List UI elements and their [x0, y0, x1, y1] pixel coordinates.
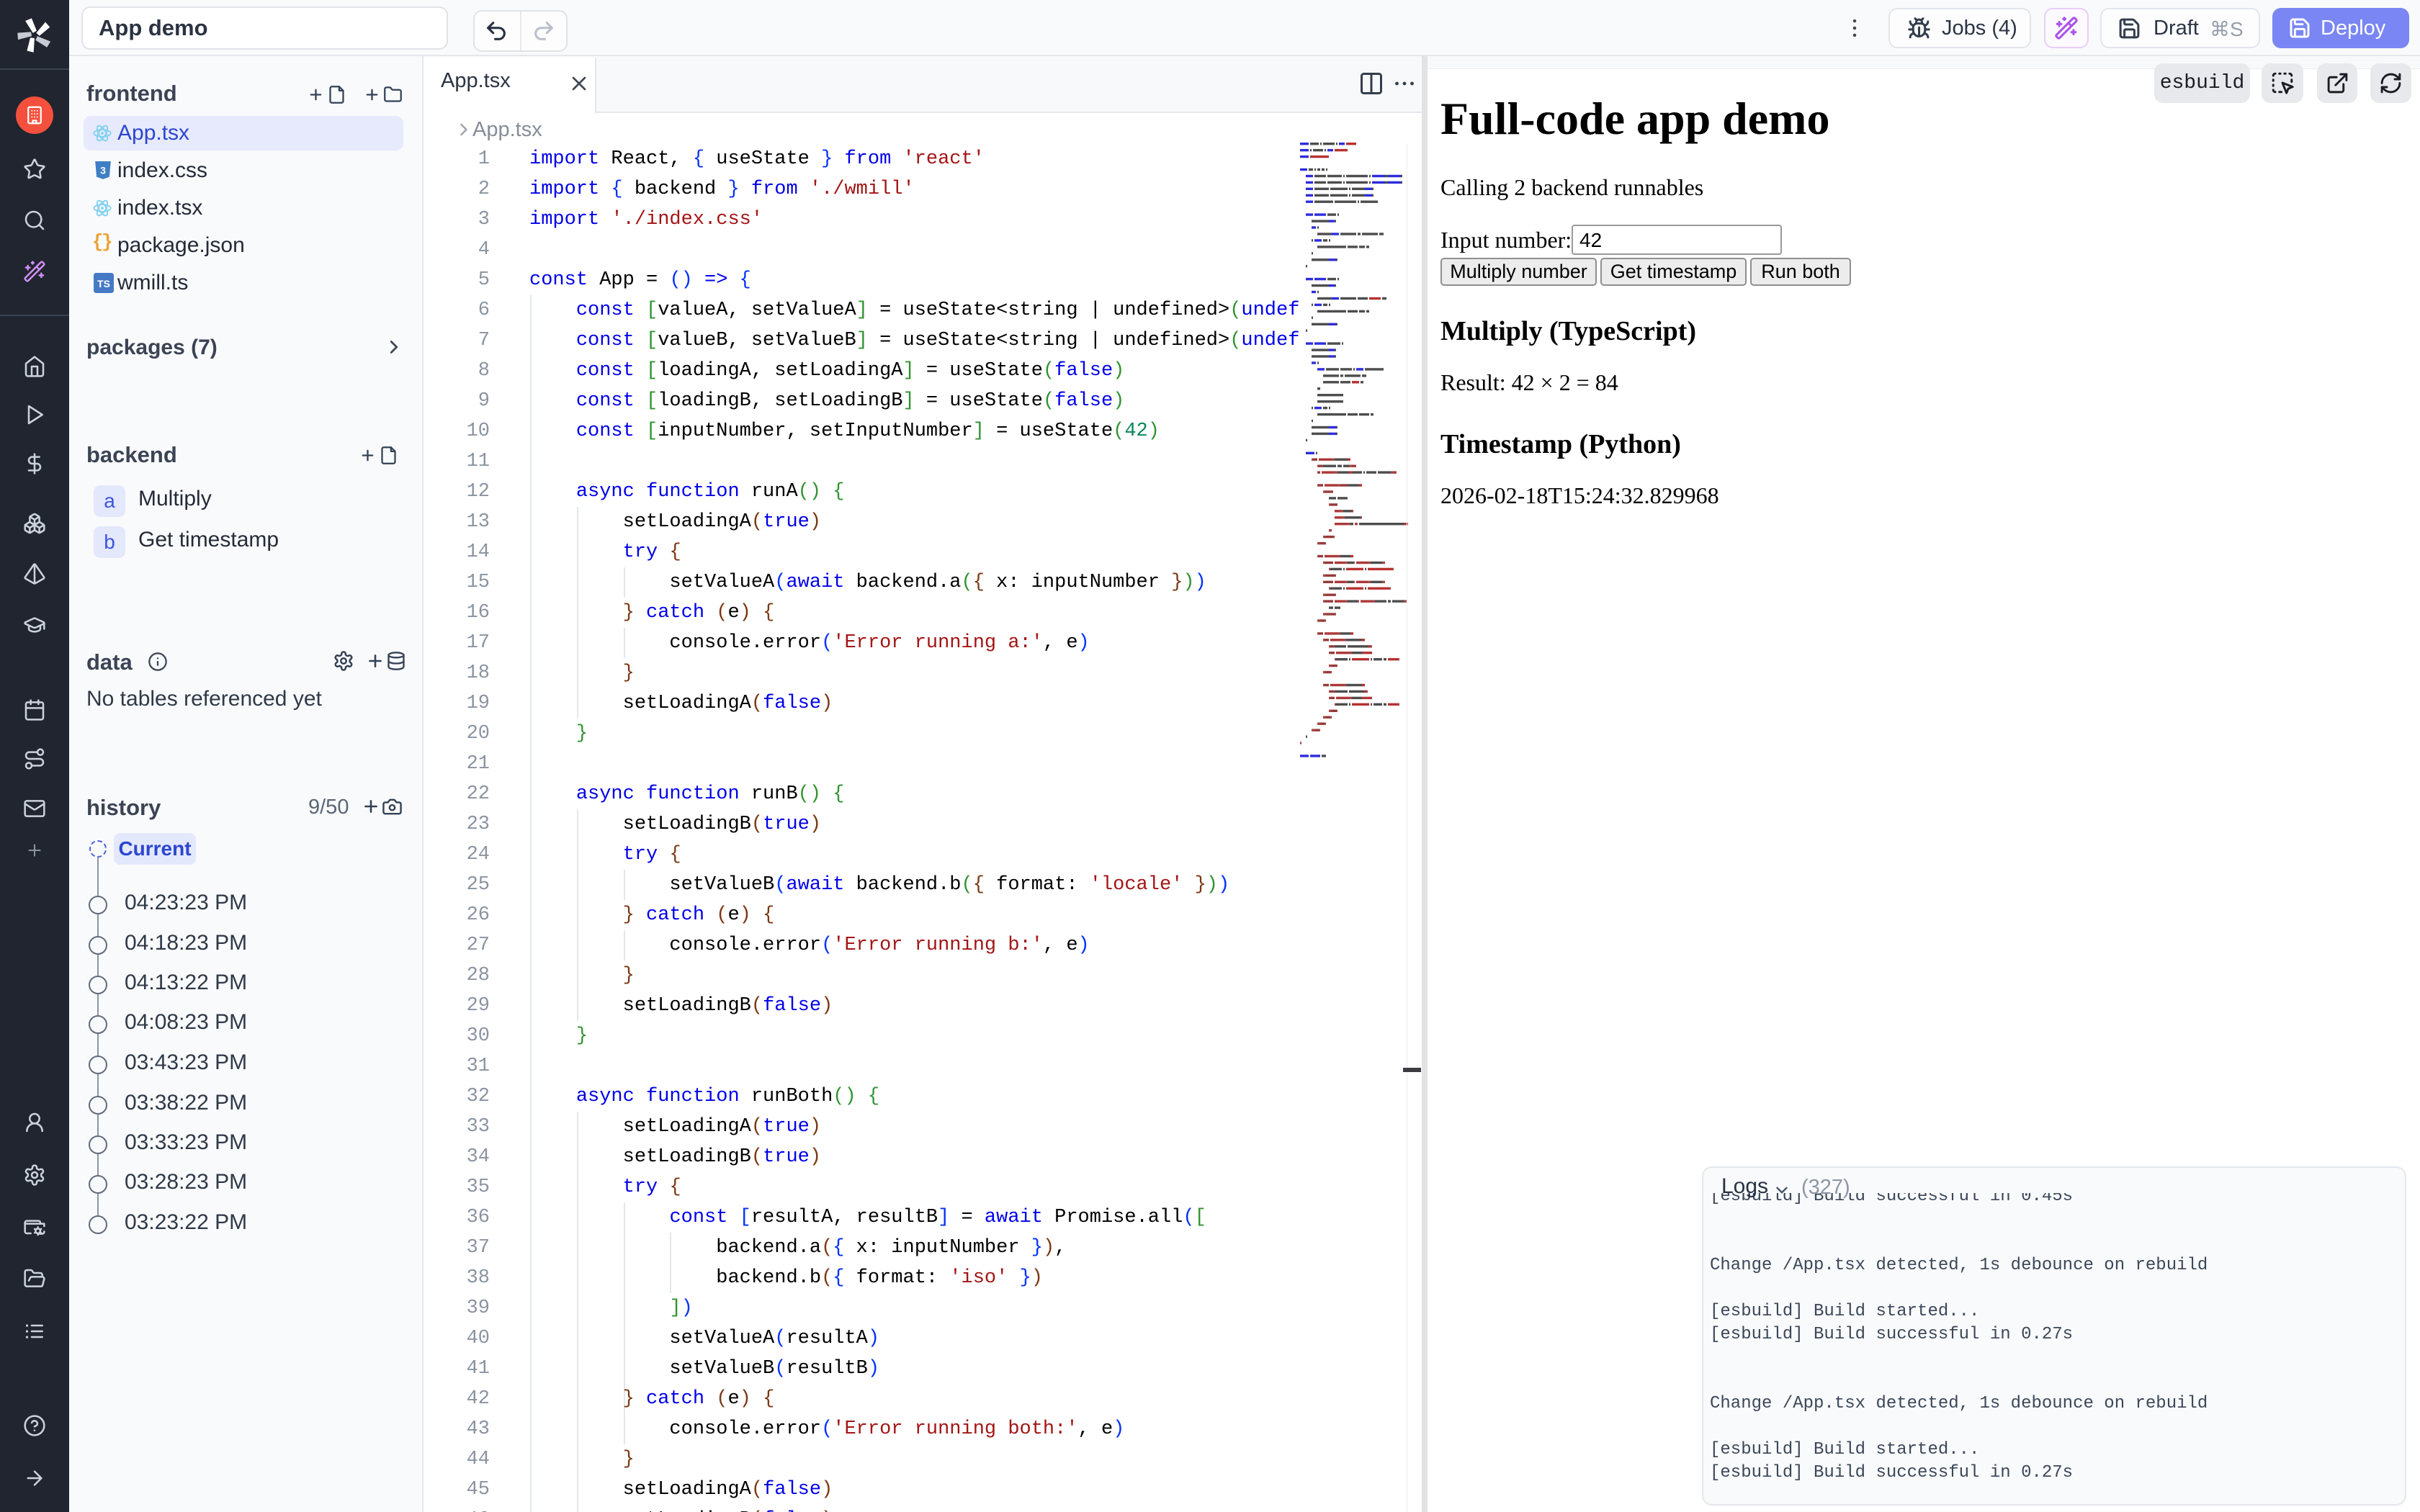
svg-text:3: 3 [100, 164, 106, 176]
svg-text:TS: TS [97, 278, 110, 289]
